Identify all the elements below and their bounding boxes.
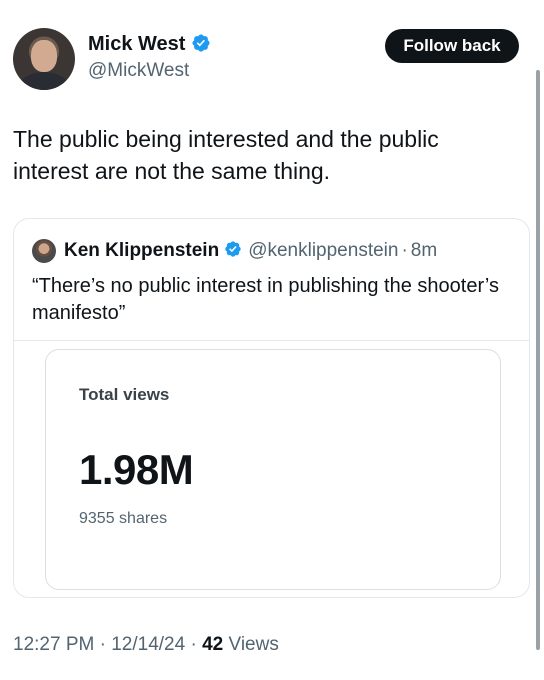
views-count[interactable]: 42	[202, 634, 223, 655]
total-views-label: Total views	[79, 385, 170, 404]
tweet-date[interactable]: 12/14/24	[111, 634, 185, 655]
tweet-meta: 12:27 PM · 12/14/24 · 42 Views	[13, 634, 279, 656]
quoted-tweet-card[interactable]: Ken Klippenstein @kenklippenstein · 8m “…	[13, 218, 530, 598]
quote-text: “There’s no public interest in publishin…	[32, 275, 499, 324]
author-handle[interactable]: @MickWest	[88, 60, 189, 82]
views-label[interactable]: Views	[229, 634, 279, 655]
quote-verified-badge-icon	[224, 240, 242, 263]
quote-author-name[interactable]: Ken Klippenstein	[64, 240, 219, 262]
quote-timestamp[interactable]: 8m	[411, 240, 437, 262]
meta-separator-1: ·	[99, 634, 106, 655]
author-avatar[interactable]	[13, 28, 75, 90]
tweet-text: The public being interested and the publ…	[13, 126, 439, 184]
total-views-card[interactable]: Total views 1.98M 9355 shares	[45, 349, 501, 590]
author-name[interactable]: Mick West	[88, 33, 185, 55]
shares-count: 9355 shares	[79, 510, 168, 527]
scrollbar[interactable]	[536, 70, 540, 650]
avatar-face	[31, 40, 57, 72]
total-views-value: 1.98M	[79, 446, 194, 493]
author-name-row[interactable]: Mick West	[88, 33, 211, 59]
tweet-time[interactable]: 12:27 PM	[13, 634, 94, 655]
quote-author-avatar[interactable]	[32, 239, 56, 263]
avatar-shirt	[19, 72, 69, 90]
quote-divider	[14, 340, 529, 341]
quote-header: Ken Klippenstein @kenklippenstein · 8m	[32, 239, 437, 263]
quote-author-handle[interactable]: @kenklippenstein	[248, 240, 398, 262]
verified-badge-icon	[191, 33, 211, 59]
quote-separator: ·	[401, 240, 408, 261]
follow-back-button[interactable]: Follow back	[385, 29, 519, 63]
meta-separator-2: ·	[190, 634, 197, 655]
